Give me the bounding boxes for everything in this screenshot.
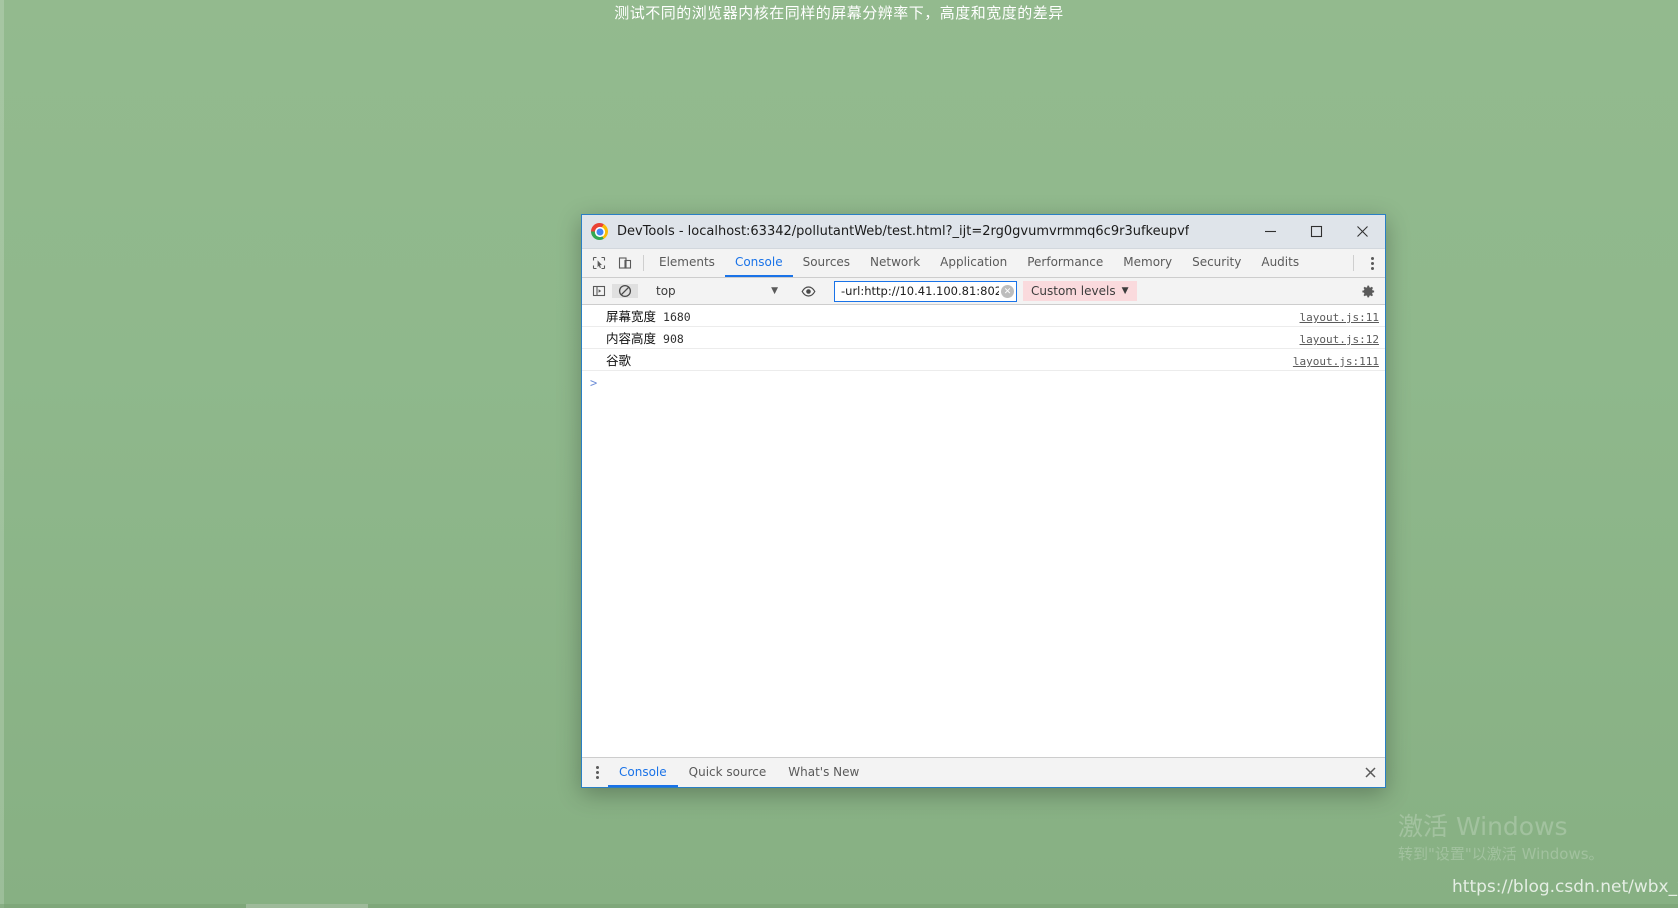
tab-performance[interactable]: Performance — [1017, 249, 1113, 277]
console-message-source-link[interactable]: layout.js:12 — [1284, 333, 1379, 346]
console-message-label: 内容高度 — [606, 331, 657, 346]
footer-url: https://blog.csdn.net/wbx_wlg — [1452, 877, 1678, 897]
table-row[interactable]: 谷歌 layout.js:111 — [582, 349, 1385, 371]
console-message-list[interactable]: 屏幕宽度 1680 layout.js:11 内容高度 908 layout.j… — [582, 305, 1385, 757]
tab-memory[interactable]: Memory — [1113, 249, 1182, 277]
drawer-tabstrip: Console Quick source What's New — [582, 757, 1385, 787]
more-options-icon[interactable] — [1359, 249, 1385, 277]
toolbar-separator — [643, 255, 644, 271]
table-row[interactable]: 屏幕宽度 1680 layout.js:11 — [582, 305, 1385, 327]
close-drawer-icon[interactable] — [1355, 758, 1385, 787]
tab-audits[interactable]: Audits — [1251, 249, 1309, 277]
search-input[interactable] — [839, 283, 1001, 299]
tab-application[interactable]: Application — [930, 249, 1017, 277]
activate-windows-watermark: 激活 Windows 转到"设置"以激活 Windows。 — [1398, 812, 1604, 864]
watermark-subtitle: 转到"设置"以激活 Windows。 — [1398, 845, 1604, 863]
clear-input-icon[interactable]: ✕ — [1001, 284, 1014, 298]
tab-network[interactable]: Network — [860, 249, 930, 277]
window-controls — [1247, 215, 1385, 248]
execution-context-value: top — [656, 284, 676, 298]
devtools-tabstrip: Elements Console Sources Network Applica… — [582, 249, 1385, 278]
close-button[interactable] — [1339, 215, 1385, 248]
log-levels-label: Custom levels — [1031, 284, 1116, 298]
console-message-source-link[interactable]: layout.js:111 — [1277, 355, 1379, 368]
console-message-value: 1680 — [663, 310, 691, 324]
drawer-tab-whats-new[interactable]: What's New — [777, 758, 870, 787]
chevron-down-icon: ▼ — [771, 286, 778, 296]
page-title: 测试不同的浏览器内核在同样的屏幕分辨率下，高度和宽度的差异 — [614, 4, 1064, 22]
tabstrip-right-controls — [1348, 249, 1385, 277]
taskbar-item — [246, 904, 368, 908]
chevron-down-icon: ▼ — [1121, 286, 1129, 296]
drawer-tab-console[interactable]: Console — [608, 758, 678, 787]
console-message-label: 谷歌 — [606, 353, 632, 368]
maximize-button[interactable] — [1293, 215, 1339, 248]
table-row[interactable]: 内容高度 908 layout.js:12 — [582, 327, 1385, 349]
window-title: DevTools - localhost:63342/pollutantWeb/… — [617, 224, 1190, 239]
console-toolbar: top ▼ ✕ Custom levels ▼ — [582, 278, 1385, 305]
console-filter[interactable]: ✕ — [834, 280, 1017, 302]
window-titlebar: DevTools - localhost:63342/pollutantWeb/… — [582, 215, 1385, 249]
device-toolbar-icon[interactable] — [612, 249, 638, 277]
drawer-tab-quick-source[interactable]: Quick source — [678, 758, 778, 787]
tab-security[interactable]: Security — [1182, 249, 1251, 277]
tab-console[interactable]: Console — [724, 249, 793, 277]
console-sidebar-icon[interactable] — [586, 284, 612, 298]
console-message-value: 908 — [663, 332, 684, 346]
toolbar-separator — [1353, 255, 1354, 271]
tab-elements[interactable]: Elements — [649, 249, 725, 277]
more-tools-icon[interactable] — [586, 758, 608, 787]
log-levels-select[interactable]: Custom levels ▼ — [1023, 281, 1137, 301]
clear-console-icon[interactable] — [612, 284, 638, 298]
console-message-source-link[interactable]: layout.js:11 — [1284, 311, 1379, 324]
console-toolbar-right — [1344, 284, 1381, 299]
chrome-logo-icon — [591, 223, 608, 240]
inspect-element-icon[interactable] — [586, 249, 612, 277]
minimize-button[interactable] — [1247, 215, 1293, 248]
console-prompt[interactable]: > — [582, 371, 1385, 395]
gear-icon[interactable] — [1355, 284, 1381, 299]
tab-sources[interactable]: Sources — [793, 249, 860, 277]
console-message-label: 屏幕宽度 — [606, 309, 657, 324]
desktop-left-edge — [0, 0, 4, 908]
devtools-window: DevTools - localhost:63342/pollutantWeb/… — [581, 214, 1386, 788]
execution-context-select[interactable]: top ▼ — [649, 281, 784, 301]
prompt-caret-icon: > — [590, 376, 598, 390]
live-expression-icon[interactable] — [795, 284, 821, 299]
watermark-title: 激活 Windows — [1398, 812, 1568, 841]
